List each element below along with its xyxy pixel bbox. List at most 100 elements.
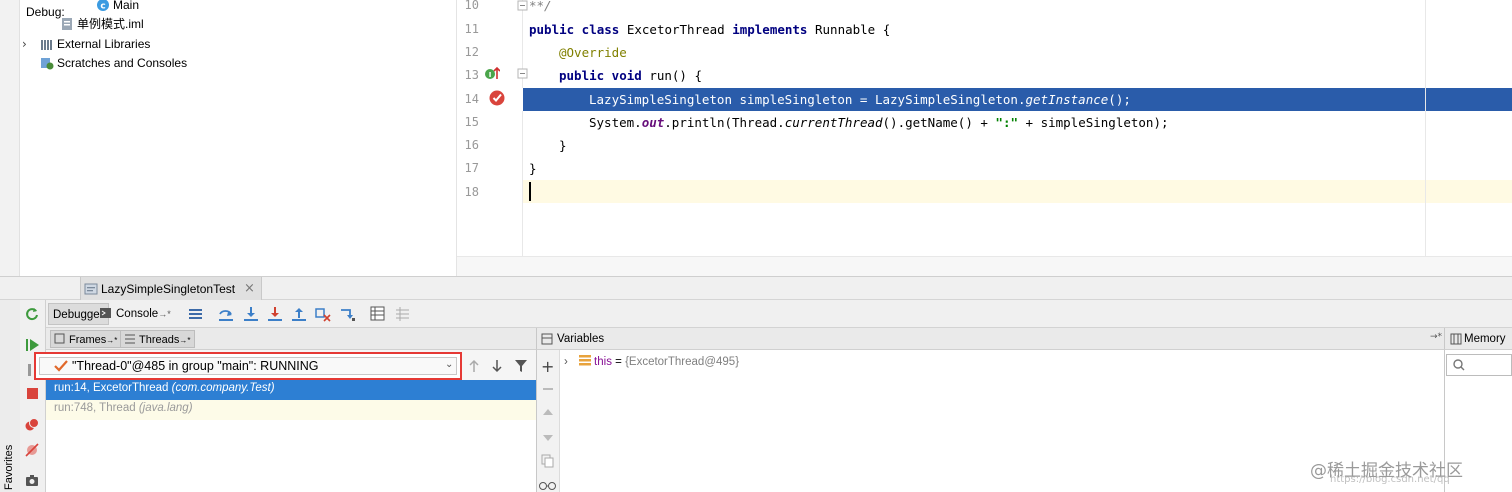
- code-line-highlighted: LazySimpleSingleton simpleSingleton = La…: [589, 92, 1131, 107]
- variable-row[interactable]: › this = {ExcetorThread@495}: [564, 355, 739, 368]
- tree-item-label: External Libraries: [57, 37, 151, 51]
- console-tab-label: Console: [116, 308, 159, 320]
- line-number: 16: [464, 138, 479, 152]
- search-icon: [1453, 359, 1465, 374]
- show-execution-point-icon[interactable]: [188, 306, 204, 322]
- next-frame-icon[interactable]: [490, 358, 504, 377]
- variables-icon: [541, 333, 553, 348]
- code-editor[interactable]: 10 11 12 13 14 15 16 17 18 I **/ public …: [457, 0, 1512, 276]
- move-up-icon[interactable]: [542, 406, 554, 420]
- tree-item-main[interactable]: c Main: [96, 0, 139, 15]
- console-icon: [100, 306, 112, 328]
- tab-frames[interactable]: Frames→*: [50, 330, 123, 351]
- rerun-icon[interactable]: [25, 307, 39, 324]
- tab-console[interactable]: Console→*: [100, 303, 175, 325]
- add-watch-icon[interactable]: +: [541, 357, 554, 376]
- threads-tab-label: Threads: [139, 334, 180, 346]
- module-file-icon: [60, 17, 74, 31]
- memory-search-input[interactable]: [1446, 354, 1512, 376]
- svg-text:I: I: [489, 71, 492, 79]
- view-breakpoints-icon[interactable]: [25, 418, 39, 435]
- fold-marker-icon[interactable]: [517, 68, 529, 83]
- debug-session-title: LazySimpleSingletonTest: [101, 282, 236, 296]
- pin-marker[interactable]: →*: [1430, 332, 1442, 342]
- stack-frame-row[interactable]: run:748, Thread (java.lang): [46, 400, 536, 420]
- previous-frame-icon[interactable]: [467, 358, 481, 377]
- code-line: **/: [529, 0, 552, 13]
- text-caret: [529, 182, 531, 201]
- frames-list-empty-area: [46, 420, 536, 492]
- code-line: }: [559, 138, 567, 153]
- stop-icon[interactable]: [26, 387, 40, 404]
- variable-equals: =: [611, 356, 626, 368]
- line-number: 12: [464, 45, 479, 59]
- line-number: 15: [464, 115, 479, 129]
- mute-breakpoints-icon[interactable]: [25, 443, 39, 460]
- pin-marker: →*: [158, 309, 171, 319]
- line-number: 10: [464, 0, 479, 12]
- line-number: 11: [464, 22, 479, 36]
- stack-frame-text: run:748, Thread (java.lang): [54, 402, 193, 414]
- line-number: 18: [464, 185, 479, 199]
- line-number: 14: [464, 92, 479, 106]
- line-number: 17: [464, 161, 479, 175]
- chevron-right-icon[interactable]: ›: [22, 37, 27, 51]
- copy-icon[interactable]: [541, 454, 555, 471]
- tab-threads[interactable]: Threads→*: [120, 330, 196, 351]
- evaluate-expression-icon[interactable]: [370, 306, 386, 322]
- remove-watch-icon[interactable]: [542, 383, 554, 398]
- tree-item-iml[interactable]: 单例模式.iml: [60, 15, 144, 34]
- glasses-icon[interactable]: [539, 480, 557, 492]
- thread-selected-value: "Thread-0"@485 in group "main": RUNNING: [72, 359, 319, 373]
- code-line: public class ExcetorThread implements Ru…: [529, 22, 891, 37]
- drop-frame-icon[interactable]: [315, 306, 331, 322]
- frames-icon: [54, 333, 66, 351]
- step-into-icon[interactable]: [243, 306, 259, 322]
- frames-tab-label: Frames: [69, 334, 107, 346]
- filter-icon[interactable]: [514, 358, 528, 377]
- variables-panel-header: [536, 328, 1444, 350]
- right-margin-guide: [1425, 0, 1426, 256]
- project-tool-strip: [0, 0, 20, 276]
- step-out-icon[interactable]: [291, 306, 307, 322]
- implements-method-icon[interactable]: I: [484, 66, 501, 85]
- variable-name: this: [594, 356, 612, 368]
- step-over-icon[interactable]: [218, 306, 234, 322]
- project-tree-panel: c Main 单例模式.iml › External Libraries Scr…: [0, 0, 457, 276]
- move-down-icon[interactable]: [542, 432, 554, 446]
- variables-title: Variables: [557, 333, 605, 345]
- breakpoint-icon[interactable]: [487, 88, 507, 111]
- code-line: System.out.println(Thread.currentThread(…: [589, 115, 1169, 130]
- fold-marker-icon[interactable]: [517, 0, 529, 15]
- code-line: }: [529, 161, 537, 176]
- code-line: @Override: [559, 45, 627, 60]
- editor-scroll-area[interactable]: [457, 256, 1512, 276]
- stack-frame-text: run:14, ExcetorThread (com.company.Test): [54, 382, 275, 394]
- svg-text:c: c: [100, 2, 105, 12]
- run-config-icon: [84, 282, 98, 299]
- close-icon[interactable]: ×: [244, 281, 255, 296]
- debug-label: Debug:: [26, 5, 65, 19]
- class-icon: c: [96, 0, 110, 12]
- memory-icon: [1450, 333, 1462, 348]
- trace-icon[interactable]: [395, 306, 411, 322]
- run-to-cursor-icon[interactable]: [340, 306, 356, 322]
- watermark-text: @稀土掘金技术社区: [1310, 461, 1463, 481]
- chevron-right-icon[interactable]: ›: [564, 356, 568, 368]
- tree-item-label: 单例模式.iml: [77, 17, 144, 31]
- chevron-down-icon[interactable]: ⌄: [445, 359, 453, 370]
- threads-icon: [124, 333, 136, 351]
- libraries-icon: [40, 37, 54, 51]
- code-line: public void run() {: [559, 68, 703, 83]
- force-step-into-icon[interactable]: [267, 306, 283, 322]
- frames-panel-header: Frames→* Threads→*: [46, 328, 536, 350]
- tree-item-label: Main: [113, 0, 140, 12]
- tree-item-scratches[interactable]: Scratches and Consoles: [40, 54, 187, 73]
- memory-title: Memory: [1464, 333, 1506, 345]
- tree-item-external-libraries[interactable]: External Libraries: [40, 35, 150, 54]
- camera-icon[interactable]: [25, 473, 39, 490]
- pin-marker: →*: [106, 336, 118, 345]
- favorites-tab[interactable]: Favorites: [3, 445, 15, 490]
- field-icon: [579, 355, 592, 366]
- stack-frame-row-selected[interactable]: run:14, ExcetorThread (com.company.Test): [46, 380, 536, 400]
